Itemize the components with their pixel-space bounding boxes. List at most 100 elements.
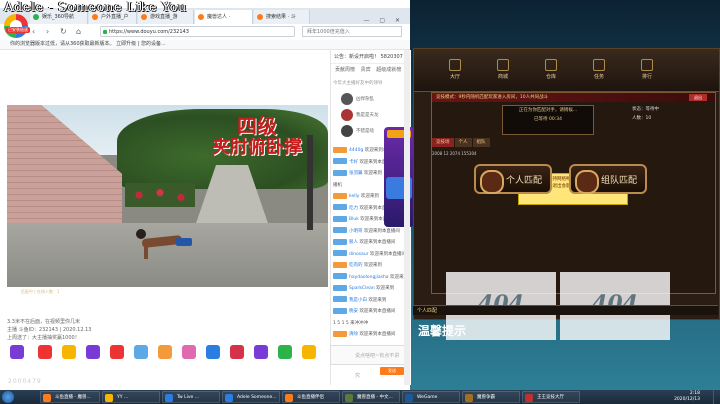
tab-team[interactable]: 组队 [472, 138, 490, 147]
level-badge [333, 238, 347, 245]
send-button[interactable]: 发送 [380, 367, 404, 375]
stats-row: 2008 12 2074 155304 [432, 151, 477, 156]
chat-message: dinosaur 欢迎来到本直播间 [331, 249, 411, 261]
chat-message: 清除 欢迎来到本直播间 [331, 329, 411, 341]
music-overlay-title: Adele - Someone Like You [4, 0, 187, 15]
search-input[interactable]: 拜年1000倍充值入 [302, 26, 402, 37]
system-clock[interactable]: 2:18 2020/12/13 [674, 391, 700, 403]
menu-rank[interactable]: 排行 [630, 59, 664, 80]
browser-logo-tag: 已安装极速 [6, 27, 30, 33]
tab-weekly-rank[interactable]: 贡献周榜 [335, 67, 355, 73]
app-icon [525, 394, 533, 402]
avatar [341, 109, 353, 121]
rank-row[interactable]: 我是是天龙 [331, 108, 411, 122]
app-icon [465, 394, 473, 402]
tab-solo[interactable]: 个人 [454, 138, 472, 147]
level-badge [333, 284, 347, 291]
scrollbar[interactable] [404, 50, 410, 385]
taskbar-item[interactable]: Tw Live ... [162, 391, 220, 403]
back-button[interactable]: ‹ [32, 27, 35, 36]
taskbar-item[interactable]: 斗鱼直播伴侣 [282, 391, 340, 403]
chat-message: 小明哥 欢迎来到本直播间 [331, 226, 411, 238]
chat-message: 我是小白 欢迎来到 [331, 295, 411, 307]
room-info: 3.3米不在后面，在视频里你几米 主播 斗鱼ID：232143 | 2020.1… [7, 319, 92, 341]
lobby-icon [449, 59, 461, 71]
level-badge [333, 250, 347, 256]
level-badge [333, 330, 347, 337]
gift-icon[interactable] [134, 345, 148, 359]
navigation-bar: ‹ › ↻ ⌂ https://www.douyu.com/232143 拜年1… [30, 25, 410, 39]
app-icon [345, 394, 353, 402]
team-match-button[interactable]: 组队匹配 [569, 164, 647, 194]
live-video[interactable]: 四级 夹肘俯卧撑 [7, 105, 328, 287]
window-controls[interactable]: — ▢ ✕ [363, 17, 404, 24]
taskbar-item[interactable]: 斗鱼直播 - 魔兽... [40, 391, 100, 403]
avatar [341, 125, 353, 137]
team-icon [575, 170, 599, 194]
gift-icon[interactable] [158, 345, 172, 359]
game-menu-bar: 大厅 商城 仓库 任务 排行 [414, 49, 719, 92]
menu-task[interactable]: 任务 [582, 59, 616, 80]
forward-button[interactable]: › [46, 27, 49, 36]
taskbar-item[interactable]: Adele Someone... [222, 391, 280, 403]
taskbar-item[interactable]: 王王竞技大厅 [522, 391, 580, 403]
menu-lobby[interactable]: 大厅 [438, 59, 472, 80]
taskbar-item[interactable]: 魔兽直播 - 中文... [342, 391, 400, 403]
menu-storage[interactable]: 仓库 [534, 59, 568, 80]
tip-label: 温馨提示 [418, 324, 467, 338]
level-badge [333, 146, 347, 153]
mode-bar: 竞技模式：9秒内随机匹配玩家进入房间，10人共同战斗 [432, 93, 715, 102]
gift-icon[interactable] [230, 345, 244, 359]
chat-input[interactable]: 说点啥吧~有点不讲究 [330, 345, 405, 379]
gift-icon[interactable] [278, 345, 292, 359]
game-tabs: 竞技场 个人 组队 [432, 138, 715, 147]
chat-message: SparkClean 欢迎来到 [331, 283, 411, 295]
gift-icon[interactable] [206, 345, 220, 359]
gift-icon[interactable] [254, 345, 268, 359]
browser-tab-4-active[interactable]: 魔兽达人 · [195, 10, 253, 24]
level-badge [333, 158, 347, 164]
gift-icon[interactable] [182, 345, 196, 359]
taskbar: 斗鱼直播 - 魔兽... YY ... Tw Live ... Adele So… [0, 390, 720, 404]
chat-message: 1 5 1 5 来冲冲冲 [333, 320, 369, 326]
gift-icon[interactable] [10, 345, 24, 359]
gift-icon[interactable] [302, 345, 316, 359]
tab-arena[interactable]: 竞技场 [432, 138, 454, 147]
shop-icon [497, 59, 509, 71]
taskbar-item[interactable]: 魔兽争霸 [462, 391, 520, 403]
app-icon [285, 394, 293, 402]
menu-shop[interactable]: 商城 [486, 59, 520, 80]
browser-logo-icon[interactable] [4, 14, 28, 38]
browser-window: 娱乐_360导航 户外直播_户 游戏直播_游 魔兽达人 · 搜索结果 · 斗 —… [0, 0, 414, 390]
video-flowers [125, 183, 195, 207]
app-icon [105, 394, 113, 402]
app-icon [405, 394, 413, 402]
storage-icon [545, 59, 557, 71]
tab-achievement[interactable]: 超级成就榜 [376, 67, 401, 73]
gift-icon[interactable] [110, 345, 124, 359]
exit-button[interactable]: 退出 [689, 94, 707, 101]
rank-row[interactable]: 凶悍杂乱 [331, 92, 411, 106]
taskbar-item[interactable]: YY ... [102, 391, 160, 403]
gift-icon[interactable] [86, 345, 100, 359]
address-bar[interactable]: https://www.douyu.com/232143 [100, 26, 295, 37]
match-info: 正在为你匹配对手，请稍候... 已等待 00:34 [502, 105, 594, 135]
browser-tab-5[interactable]: 搜索结果 · 斗 [254, 10, 310, 24]
gift-icon[interactable] [38, 345, 52, 359]
tab-vip[interactable]: 贵宾 [361, 67, 371, 73]
lock-icon [103, 30, 107, 34]
show-desktop-button[interactable] [713, 390, 720, 404]
favicon-icon [257, 14, 263, 20]
home-button[interactable]: ⌂ [76, 27, 81, 36]
taskbar-item[interactable]: WeGame [402, 391, 460, 403]
solo-match-button[interactable]: 个人匹配 [474, 164, 552, 194]
level-badge [333, 192, 347, 199]
chat-message: 吃肉的 欢迎来到 [331, 260, 411, 272]
video-person [132, 229, 202, 259]
gift-icon[interactable] [62, 345, 76, 359]
level-badge [333, 215, 347, 222]
refresh-button[interactable]: ↻ [60, 27, 67, 36]
start-button[interactable] [2, 391, 14, 403]
level-badge [333, 169, 347, 176]
chat-message: haydaolongjiasha 欢迎来到 [331, 272, 411, 284]
